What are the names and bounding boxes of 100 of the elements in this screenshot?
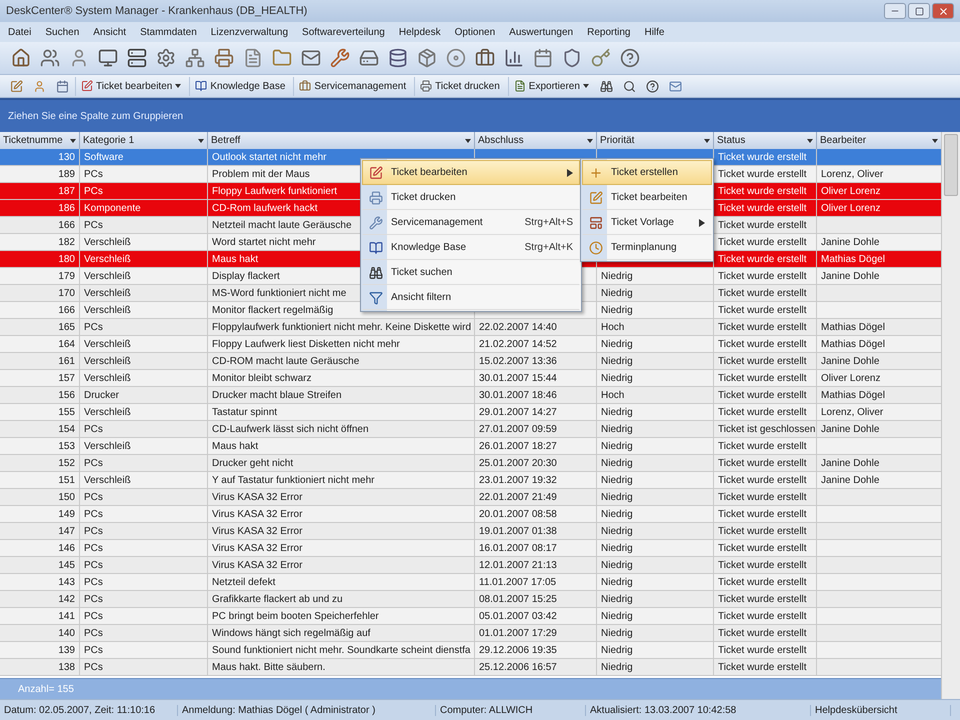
menu-item-label: Ticket drucken <box>391 192 457 203</box>
table-cell: Ticket wurde erstellt <box>718 458 807 468</box>
table-cell: Verschleiß <box>84 440 131 452</box>
table-cell: Ticket wurde erstellt <box>718 662 807 672</box>
table-cell: 152 <box>58 458 75 468</box>
table-cell: Niedrig <box>601 594 633 604</box>
table-cell: 142 <box>58 594 75 604</box>
table-cell: 29.12.2006 19:35 <box>479 644 557 656</box>
table-cell: Virus KASA 32 Error <box>212 542 302 554</box>
table-cell: Niedrig <box>601 356 633 366</box>
status-text: Anmeldung: Mathias Dögel ( Administrator ) <box>178 704 436 716</box>
table-cell: 26.01.2007 18:27 <box>479 440 557 452</box>
table-cell: Verschleiß <box>84 254 131 264</box>
table-cell: 165 <box>58 322 75 332</box>
table-cell: PCs <box>84 662 103 672</box>
table-cell: Problem mit der Maus <box>212 168 310 180</box>
table-cell: 164 <box>58 338 75 350</box>
table-cell: Netzteil defekt <box>212 576 276 588</box>
table-cell: 161 <box>58 356 75 366</box>
table-cell: 30.01.2007 18:46 <box>479 390 557 400</box>
table-cell: PCs <box>84 220 103 230</box>
table-cell: PCs <box>84 594 103 604</box>
table-cell: 01.01.2007 17:29 <box>479 628 557 638</box>
table-cell: Y auf Tastatur funktioniert nicht mehr <box>212 474 374 486</box>
table-cell: 25.01.2007 20:30 <box>479 458 557 468</box>
table-cell: Verschleiß <box>84 304 131 316</box>
table-cell: PCs <box>84 492 103 502</box>
table-cell: 147 <box>58 526 75 536</box>
table-cell: PCs <box>84 610 103 622</box>
table-cell: Mathias Dögel <box>821 254 885 264</box>
table-cell: Niedrig <box>601 270 633 282</box>
table-cell: Floppy Laufwerk liest Disketten nicht mehr <box>212 338 400 350</box>
table-cell: Ticket wurde erstellt <box>718 492 807 502</box>
table-cell: PCs <box>84 644 103 656</box>
table-cell: 23.01.2007 19:32 <box>479 474 557 486</box>
table-cell: Ticket wurde erstellt <box>718 322 807 332</box>
table-cell: Niedrig <box>601 628 633 638</box>
table-cell: Ticket wurde erstellt <box>718 270 807 282</box>
table-cell: Tastatur spinnt <box>212 406 278 418</box>
table-cell: Display flackert <box>212 270 280 282</box>
table-cell: Niedrig <box>601 372 633 384</box>
table-cell: Virus KASA 32 Error <box>212 508 302 520</box>
window-title: DeskCenter® System Manager - Krankenhaus (DB_HEALTH) <box>6 5 308 17</box>
table-cell: Ticket wurde erstellt <box>718 610 807 622</box>
group-hint: Ziehen Sie eine Spalte zum Gruppieren <box>8 110 184 122</box>
table-cell: Niedrig <box>601 542 633 554</box>
status-text: Aktualisiert: 13.03.2007 10:42:58 <box>586 704 811 716</box>
menu-item-label: Ticket bearbeiten <box>391 167 468 178</box>
table-cell: Drucker <box>84 390 120 400</box>
menu-item-label: Knowledge Base <box>391 242 468 253</box>
table-cell: Outlook startet nicht mehr <box>212 152 326 162</box>
table-cell: 29.01.2007 14:27 <box>479 406 557 418</box>
table-cell: Niedrig <box>601 304 633 316</box>
table-cell: PCs <box>84 424 103 434</box>
table-cell: Ticket wurde erstellt <box>718 542 807 554</box>
table-cell: 143 <box>58 576 75 588</box>
menu-item-label: Ticket erstellen <box>611 167 679 178</box>
table-cell: 19.01.2007 01:38 <box>479 526 557 536</box>
table-cell: Sound funktioniert nicht mehr. Soundkarte scheint dienstfa <box>212 644 470 656</box>
table-cell: Ticket wurde erstellt <box>718 220 807 230</box>
table-cell: Ticket wurde erstellt <box>718 508 807 520</box>
menu-item-label: Ansicht filtern <box>391 292 452 303</box>
table-cell: Virus KASA 32 Error <box>212 492 302 502</box>
table-cell: Ticket wurde erstellt <box>718 644 807 656</box>
table-cell: Oliver Lorenz <box>821 186 880 196</box>
table-cell: 05.01.2007 03:42 <box>479 610 557 622</box>
count-text: Anzahl= 155 <box>18 684 74 694</box>
table-cell: Niedrig <box>601 338 633 350</box>
table-cell: PCs <box>84 576 103 588</box>
table-cell: PCs <box>84 542 103 554</box>
table-cell: 186 <box>58 202 75 214</box>
table-cell: Niedrig <box>601 474 633 486</box>
table-cell: 140 <box>58 628 75 638</box>
table-cell: Niedrig <box>601 560 633 570</box>
table-cell: Lorenz, Oliver <box>821 168 884 180</box>
table-cell: 157 <box>58 372 75 384</box>
table-cell: PCs <box>84 560 103 570</box>
status-text: Computer: ALLWICH <box>436 704 586 716</box>
table-cell: 138 <box>58 662 75 672</box>
table-cell: Mathias Dögel <box>821 390 885 400</box>
table-cell: 149 <box>58 508 75 520</box>
table-cell: Niedrig <box>601 508 633 520</box>
table-cell: 180 <box>58 254 75 264</box>
table-cell: CD-ROM macht laute Geräusche <box>212 356 360 366</box>
table-cell: Niedrig <box>601 458 633 468</box>
table-cell: PCs <box>84 322 103 332</box>
table-cell: 141 <box>58 610 75 622</box>
table-cell: 15.02.2007 13:36 <box>479 356 557 366</box>
table-cell: Janine Dohle <box>821 270 880 282</box>
table-cell: 12.01.2007 21:13 <box>479 560 557 570</box>
table-cell: Verschleiß <box>84 356 131 366</box>
table-cell: Maus hakt <box>212 440 258 452</box>
table-cell: Ticket wurde erstellt <box>718 406 807 418</box>
table-cell: Ticket wurde erstellt <box>718 152 807 162</box>
table-cell: Ticket wurde erstellt <box>718 356 807 366</box>
table-cell: Ticket wurde erstellt <box>718 168 807 180</box>
table-cell: Hoch <box>601 322 624 332</box>
table-cell: 179 <box>58 270 75 282</box>
table-cell: Niedrig <box>601 610 633 622</box>
table-cell: PCs <box>84 186 103 196</box>
